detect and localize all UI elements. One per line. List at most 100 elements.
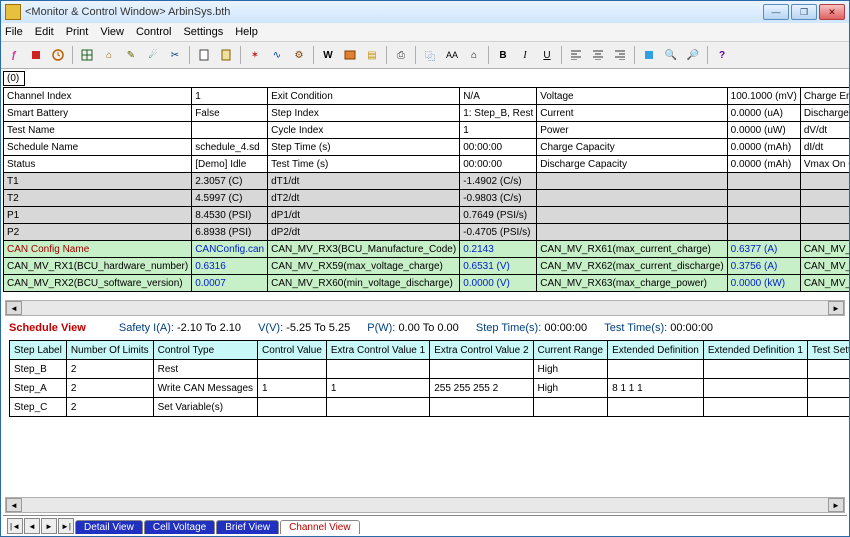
steps-cell[interactable]: [703, 360, 807, 379]
grid-cell[interactable]: [800, 190, 849, 207]
steps-cell[interactable]: [608, 398, 704, 417]
grid-cell[interactable]: dT2/dt: [268, 190, 460, 207]
grid-cell[interactable]: CAN_MV_RX62(max_current_discharge): [537, 258, 727, 275]
steps-header[interactable]: Test Settings: [807, 341, 849, 360]
steps-header[interactable]: Extra Control Value 2: [430, 341, 533, 360]
grid-cell[interactable]: [727, 190, 800, 207]
tab-next-icon[interactable]: ►: [41, 518, 57, 534]
grid-cell[interactable]: [800, 173, 849, 190]
grid-cell[interactable]: Status: [4, 156, 192, 173]
grid-cell[interactable]: Step Index: [268, 105, 460, 122]
stop-icon[interactable]: [26, 45, 46, 65]
battery-icon[interactable]: ⌂: [99, 45, 119, 65]
title-bar[interactable]: <Monitor & Control Window> ArbinSys.bth …: [1, 1, 849, 23]
grid-cell[interactable]: -0.4705 (PSI/s): [460, 224, 537, 241]
grid-cell[interactable]: 2.3057 (C): [192, 173, 268, 190]
tab-first-icon[interactable]: |◄: [7, 518, 23, 534]
grid-cell[interactable]: CAN_MV_RX61(max_current_charge): [537, 241, 727, 258]
grid-cell[interactable]: 8.4530 (PSI): [192, 207, 268, 224]
grid-cell[interactable]: -1.4902 (C/s): [460, 173, 537, 190]
grid-cell[interactable]: CAN_MV_RX60(min_voltage_discharge): [268, 275, 460, 292]
steps-cell[interactable]: Step_B: [10, 360, 67, 379]
steps-cell[interactable]: [533, 398, 608, 417]
steps-cell[interactable]: High: [533, 379, 608, 398]
hscroll-lower[interactable]: ◄ ►: [5, 497, 845, 513]
steps-header[interactable]: Control Type: [153, 341, 257, 360]
grid-cell[interactable]: [192, 122, 268, 139]
grid-cell[interactable]: Power: [537, 122, 727, 139]
w-icon[interactable]: W: [318, 45, 338, 65]
zoom-out-icon[interactable]: 🔎: [683, 45, 703, 65]
maximize-button[interactable]: ❐: [791, 4, 817, 20]
grid-cell[interactable]: Vmax On Cycle: [800, 156, 849, 173]
scroll-left-icon[interactable]: ◄: [6, 301, 22, 315]
grid-cell[interactable]: [537, 190, 727, 207]
grid-cell[interactable]: 0.6316: [192, 258, 268, 275]
grid-cell[interactable]: dT1/dt: [268, 173, 460, 190]
grid-cell[interactable]: CAN_MV_RX59(max_voltage_charge): [268, 258, 460, 275]
steps-header[interactable]: Extended Definition: [608, 341, 704, 360]
scroll-right-icon[interactable]: ►: [828, 498, 844, 512]
grid-cell[interactable]: 0.0000 (uA): [727, 105, 800, 122]
tab-prev-icon[interactable]: ◄: [24, 518, 40, 534]
grid-cell[interactable]: CAN_MV_RX63(max_charge_power): [537, 275, 727, 292]
grid-cell[interactable]: 0.3756 (A): [727, 258, 800, 275]
tab-channel-view[interactable]: Channel View: [280, 520, 360, 534]
grid-cell[interactable]: dP2/dt: [268, 224, 460, 241]
grid-cell[interactable]: CANConfig.can: [192, 241, 268, 258]
grid-cell[interactable]: schedule_4.sd: [192, 139, 268, 156]
grid-cell[interactable]: 6.8938 (PSI): [192, 224, 268, 241]
chart-icon[interactable]: ✶: [245, 45, 265, 65]
steps-cell[interactable]: Set Variable(s): [153, 398, 257, 417]
scroll-right-icon[interactable]: ►: [828, 301, 844, 315]
steps-cell[interactable]: [326, 360, 429, 379]
grid-cell[interactable]: 0.2143: [460, 241, 537, 258]
grid-cell[interactable]: 00:00:00: [460, 156, 537, 173]
tab-detail-view[interactable]: Detail View: [75, 520, 143, 534]
grid-cell[interactable]: P2: [4, 224, 192, 241]
grid-cell[interactable]: 100.1000 (mV): [727, 88, 800, 105]
menu-file[interactable]: File: [5, 26, 23, 38]
hscroll-upper[interactable]: ◄ ►: [5, 300, 845, 316]
grid-cell[interactable]: [537, 173, 727, 190]
home-icon[interactable]: ⌂: [464, 45, 484, 65]
steps-cell[interactable]: 1: [326, 379, 429, 398]
steps-cell[interactable]: [430, 398, 533, 417]
steps-cell[interactable]: Write CAN Messages: [153, 379, 257, 398]
grid-cell[interactable]: Test Name: [4, 122, 192, 139]
channel-index-cell[interactable]: (0): [3, 71, 25, 86]
zoom-in-icon[interactable]: 🔍: [661, 45, 681, 65]
grid-cell[interactable]: 0.0007: [192, 275, 268, 292]
steps-cell[interactable]: [258, 360, 327, 379]
steps-cell[interactable]: [807, 398, 849, 417]
grid-cell[interactable]: 0.0000 (uW): [727, 122, 800, 139]
grid-cell[interactable]: dI/dt: [800, 139, 849, 156]
grid-cell[interactable]: [Demo] Idle: [192, 156, 268, 173]
grid-cell[interactable]: 0.6531 (V): [460, 258, 537, 275]
grid-cell[interactable]: [727, 207, 800, 224]
steps-cell[interactable]: High: [533, 360, 608, 379]
grid-cell[interactable]: Discharge Capacity: [537, 156, 727, 173]
color-icon[interactable]: [639, 45, 659, 65]
grid-cell[interactable]: 0.0000 (mAh): [727, 139, 800, 156]
grid-cell[interactable]: CAN_MV_RX1(BCU_hardware_number): [4, 258, 192, 275]
grid-cell[interactable]: [537, 224, 727, 241]
bold-icon[interactable]: B: [493, 45, 513, 65]
grid-cell[interactable]: [727, 224, 800, 241]
grid-cell[interactable]: 0.6377 (A): [727, 241, 800, 258]
steps-header[interactable]: Extended Definition 1: [703, 341, 807, 360]
grid-cell[interactable]: CAN Config Name: [4, 241, 192, 258]
steps-header[interactable]: Extra Control Value 1: [326, 341, 429, 360]
grid-cell[interactable]: CAN_MV_RX2(BCU_software_version): [4, 275, 192, 292]
find-icon[interactable]: AA: [442, 45, 462, 65]
grid-cell[interactable]: 0.0000 (V): [460, 275, 537, 292]
align-center-icon[interactable]: [588, 45, 608, 65]
steps-cell[interactable]: 2: [66, 379, 153, 398]
doc2-icon[interactable]: [216, 45, 236, 65]
grid-cell[interactable]: Voltage: [537, 88, 727, 105]
grid-cell[interactable]: CAN_MV_RX65(Min_module_voltage): [800, 258, 849, 275]
steps-cell[interactable]: [430, 360, 533, 379]
grid-cell[interactable]: [800, 224, 849, 241]
grid-cell[interactable]: 00:00:00: [460, 139, 537, 156]
tab-cell-voltage[interactable]: Cell Voltage: [144, 520, 215, 534]
